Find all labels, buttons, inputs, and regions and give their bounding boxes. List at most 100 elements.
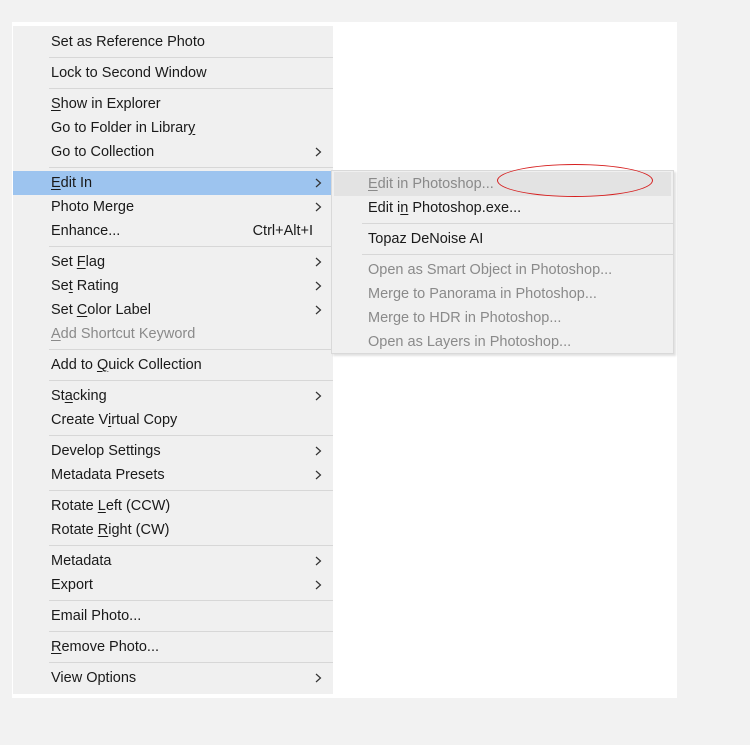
menu-item-rotate-right[interactable]: Rotate Right (CW) <box>13 518 333 542</box>
access-key: Q <box>96 357 109 373</box>
submenu-item-topaz-denoise-ai[interactable]: Topaz DeNoise AI <box>332 227 673 251</box>
chevron-right-icon <box>315 274 325 298</box>
menu-item-email-photo[interactable]: Email Photo... <box>13 604 333 628</box>
menu-item-label: Go to Collection <box>51 144 155 160</box>
chevron-right-icon <box>315 549 325 573</box>
menu-separator <box>362 254 673 255</box>
menu-separator <box>49 631 333 632</box>
menu-item-label: Email Photo... <box>51 608 142 624</box>
menu-item-label: Metadata <box>51 553 112 569</box>
menu-item-export[interactable]: Export <box>13 573 333 597</box>
chevron-right-icon <box>315 195 325 219</box>
menu-item-set-flag[interactable]: Set Flag <box>13 250 333 274</box>
access-key: y <box>188 120 196 136</box>
menu-item-label: Export <box>51 577 93 593</box>
menu-item-label: Lock to Second Window <box>51 65 207 81</box>
menu-separator <box>49 600 333 601</box>
menu-item-label: Merge to Panorama in Photoshop... <box>368 286 597 302</box>
menu-separator <box>49 349 333 350</box>
access-key: S <box>51 96 61 112</box>
menu-item-label: Set Flag <box>51 254 106 270</box>
access-key: F <box>76 254 86 270</box>
menu-item-label: Metadata Presets <box>51 467 165 483</box>
menu-item-label: Add Shortcut Keyword <box>51 326 196 342</box>
context-menu: Set as Reference Photo Lock to Second Wi… <box>13 26 333 694</box>
menu-item-add-to-quick-collection[interactable]: Add to Quick Collection <box>13 353 333 377</box>
menu-item-label: View Options <box>51 670 137 686</box>
menu-item-label: Edit In <box>51 175 93 191</box>
menu-item-add-shortcut-keyword: Add Shortcut Keyword <box>13 322 333 346</box>
menu-item-label: Add to Quick Collection <box>51 357 202 373</box>
chevron-right-icon <box>315 666 325 690</box>
menu-separator <box>49 545 333 546</box>
menu-item-create-virtual-copy[interactable]: Create Virtual Copy <box>13 408 333 432</box>
menu-item-set-as-reference-photo[interactable]: Set as Reference Photo <box>13 30 333 54</box>
menu-item-show-in-explorer[interactable]: Show in Explorer <box>13 92 333 116</box>
menu-item-remove-photo[interactable]: Remove Photo... <box>13 635 333 659</box>
submenu-item-merge-to-panorama: Merge to Panorama in Photoshop... <box>332 282 673 306</box>
menu-item-label: Create Virtual Copy <box>51 412 178 428</box>
menu-item-rotate-left[interactable]: Rotate Left (CCW) <box>13 494 333 518</box>
chevron-right-icon <box>315 439 325 463</box>
menu-item-label: Go to Folder in Library <box>51 120 196 136</box>
menu-separator <box>49 662 333 663</box>
chevron-right-icon <box>315 171 325 195</box>
menu-item-label: Topaz DeNoise AI <box>368 231 484 247</box>
access-key: R <box>97 522 109 538</box>
chevron-right-icon <box>315 463 325 487</box>
menu-item-label: Set Color Label <box>51 302 151 318</box>
menu-item-label: Edit in Photoshop.exe... <box>368 200 522 216</box>
keyboard-shortcut: Ctrl+Alt+I <box>252 223 313 239</box>
menu-separator <box>49 246 333 247</box>
menu-item-lock-to-second-window[interactable]: Lock to Second Window <box>13 61 333 85</box>
menu-item-go-to-folder-in-library[interactable]: Go to Folder in Library <box>13 116 333 140</box>
menu-item-label: Edit in Photoshop... <box>368 176 494 192</box>
menu-item-label: Photo Merge <box>51 199 135 215</box>
menu-separator <box>49 57 333 58</box>
menu-item-stacking[interactable]: Stacking <box>13 384 333 408</box>
menu-separator <box>49 380 333 381</box>
access-key: C <box>76 302 88 318</box>
menu-item-label: Show in Explorer <box>51 96 161 112</box>
submenu-item-edit-in-photoshop-exe[interactable]: Edit in Photoshop.exe... <box>332 196 673 220</box>
menu-item-set-color-label[interactable]: Set Color Label <box>13 298 333 322</box>
access-key: L <box>97 498 106 514</box>
submenu-item-open-as-smart-object: Open as Smart Object in Photoshop... <box>332 258 673 282</box>
menu-item-metadata[interactable]: Metadata <box>13 549 333 573</box>
menu-item-set-rating[interactable]: Set Rating <box>13 274 333 298</box>
menu-separator <box>362 223 673 224</box>
menu-separator <box>49 490 333 491</box>
menu-item-develop-settings[interactable]: Develop Settings <box>13 439 333 463</box>
chevron-right-icon <box>315 140 325 164</box>
menu-item-enhance[interactable]: Enhance... Ctrl+Alt+I <box>13 219 333 243</box>
submenu-item-merge-to-hdr: Merge to HDR in Photoshop... <box>332 306 673 330</box>
menu-item-label: Merge to HDR in Photoshop... <box>368 310 562 326</box>
menu-item-label: Rotate Left (CCW) <box>51 498 171 514</box>
menu-separator <box>49 435 333 436</box>
menu-item-label: Remove Photo... <box>51 639 160 655</box>
access-key: a <box>64 388 73 404</box>
menu-item-label: Stacking <box>51 388 107 404</box>
access-key: A <box>51 326 61 342</box>
menu-item-label: Open as Smart Object in Photoshop... <box>368 262 613 278</box>
menu-item-go-to-collection[interactable]: Go to Collection <box>13 140 333 164</box>
chevron-right-icon <box>315 573 325 597</box>
annotation-ellipse <box>497 164 653 197</box>
chevron-right-icon <box>315 384 325 408</box>
edit-in-submenu: Edit in Photoshop... Edit in Photoshop.e… <box>331 170 674 354</box>
menu-separator <box>49 88 333 89</box>
menu-item-photo-merge[interactable]: Photo Merge <box>13 195 333 219</box>
menu-item-label: Develop Settings <box>51 443 161 459</box>
menu-item-label: Rotate Right (CW) <box>51 522 170 538</box>
submenu-item-open-as-layers: Open as Layers in Photoshop... <box>332 330 673 354</box>
menu-item-label: Open as Layers in Photoshop... <box>368 334 572 350</box>
menu-item-edit-in[interactable]: Edit In <box>13 171 333 195</box>
access-key: E <box>368 176 378 192</box>
menu-item-metadata-presets[interactable]: Metadata Presets <box>13 463 333 487</box>
chevron-right-icon <box>315 298 325 322</box>
access-key: E <box>51 175 61 191</box>
menu-item-label: Set as Reference Photo <box>51 34 205 50</box>
menu-item-label: Enhance... <box>51 223 121 239</box>
menu-item-view-options[interactable]: View Options <box>13 666 333 690</box>
chevron-right-icon <box>315 250 325 274</box>
